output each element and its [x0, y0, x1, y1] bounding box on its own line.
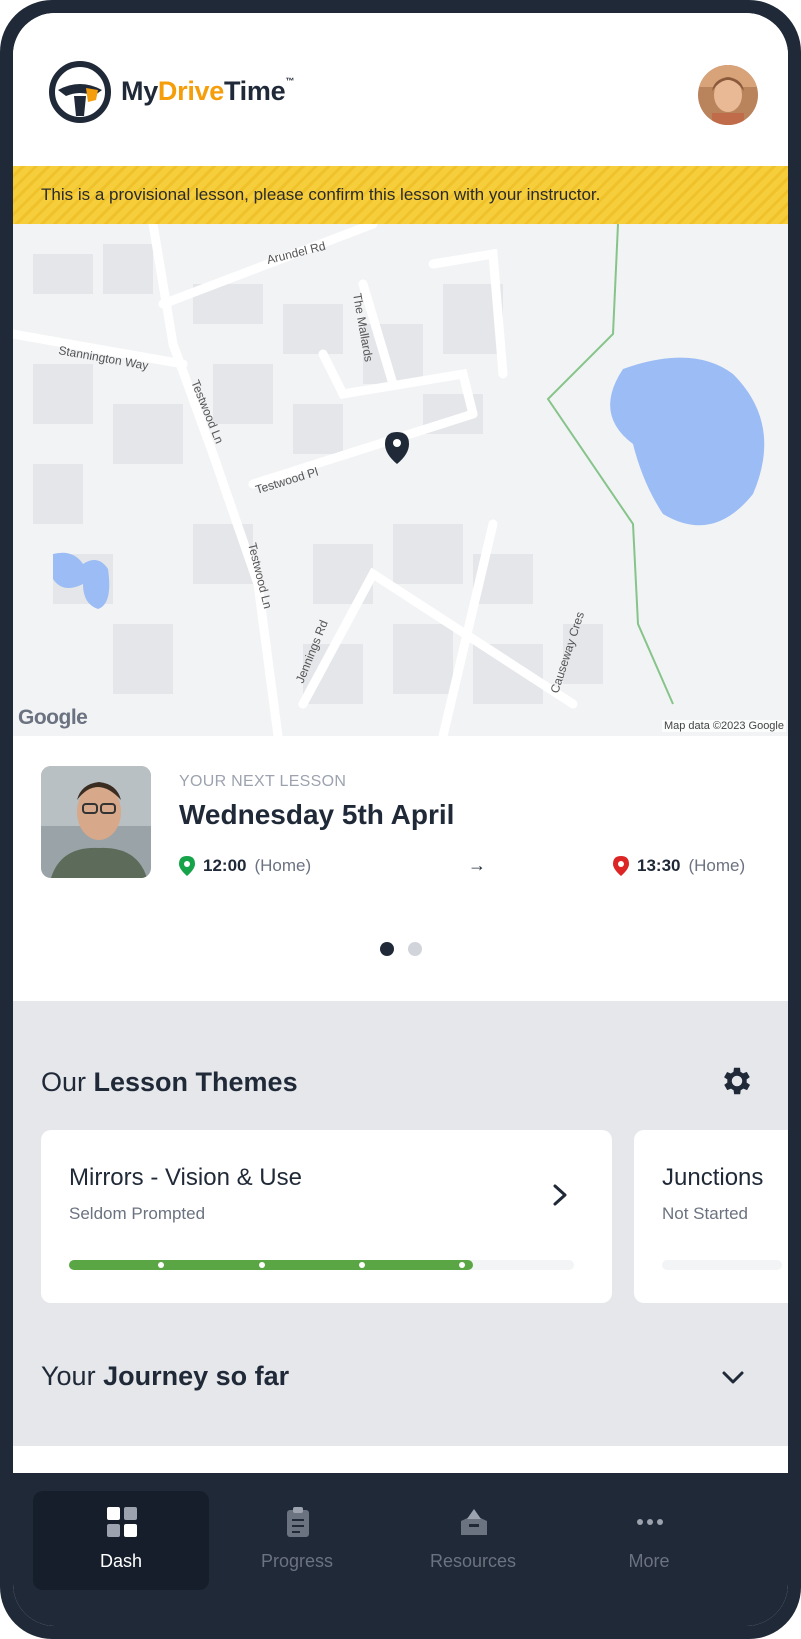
user-avatar[interactable] [698, 65, 758, 125]
nav-label: Dash [99, 1551, 143, 1571]
next-lesson-card[interactable]: YOUR NEXT LESSON Wednesday 5th April 12:… [13, 736, 788, 1001]
nav-label: More [628, 1551, 670, 1571]
nav-item-resources[interactable]: Resources [385, 1491, 561, 1590]
end-time: 13:30 [637, 856, 681, 875]
chevron-right-icon[interactable] [549, 1180, 571, 1210]
steering-wheel-logo-icon [49, 61, 111, 123]
theme-title: Junctions [662, 1164, 764, 1191]
section-title: Our Lesson Themes [41, 1067, 298, 1097]
lesson-date: Wednesday 5th April [179, 799, 455, 830]
progress-tick [259, 1262, 265, 1268]
instructor-photo [41, 766, 151, 878]
end-pin-icon [613, 856, 629, 876]
dashboard-icon [107, 1507, 137, 1537]
nav-item-progress[interactable]: Progress [209, 1491, 385, 1590]
brand-name: MyDriveTime™ [121, 76, 295, 106]
end-place: (Home) [688, 856, 746, 875]
pagination-dot-active[interactable] [380, 942, 394, 956]
start-time: 12:00 [203, 856, 247, 875]
nav-item-more[interactable]: More [561, 1491, 737, 1590]
theme-card[interactable]: Junctions Not Started [634, 1130, 788, 1303]
theme-card[interactable]: Mirrors - Vision & Use Seldom Prompted [41, 1130, 612, 1303]
nav-item-dash[interactable]: Dash [33, 1491, 209, 1590]
arrow-right-icon: → [468, 855, 486, 875]
lesson-map[interactable]: Arundel Rd The Mallards Stannington Way … [13, 224, 788, 736]
next-lesson-label: YOUR NEXT LESSON [179, 773, 347, 790]
pagination-dot[interactable] [408, 942, 422, 956]
gear-icon[interactable] [719, 1063, 755, 1099]
theme-status: Not Started [662, 1204, 748, 1223]
chevron-down-icon[interactable] [720, 1369, 746, 1387]
theme-title: Mirrors - Vision & Use [69, 1164, 302, 1191]
carousel-pagination [380, 942, 422, 956]
lesson-end: 13:30 (Home) [613, 856, 745, 876]
bottom-navigation: Dash Progress Resources More [13, 1473, 788, 1626]
map-attribution[interactable]: Map data ©2023 Google [661, 720, 786, 732]
phone-frame: MyDriveTime™ This is a provisional lesso… [0, 0, 801, 1639]
theme-status: Seldom Prompted [69, 1204, 206, 1223]
banner-text: This is a provisional lesson, please con… [41, 185, 601, 204]
app-screen: MyDriveTime™ This is a provisional lesso… [13, 13, 788, 1626]
clipboard-icon [287, 1507, 309, 1537]
lesson-start: 12:00 (Home) [179, 856, 311, 876]
start-place: (Home) [254, 856, 312, 875]
progress-tick [459, 1262, 465, 1268]
theme-progress-bar [662, 1260, 782, 1270]
journey-title[interactable]: Your Journey so far [41, 1361, 289, 1392]
provisional-lesson-banner: This is a provisional lesson, please con… [13, 166, 788, 224]
more-icon [637, 1519, 663, 1525]
start-pin-icon [179, 856, 195, 876]
progress-tick [158, 1262, 164, 1268]
resources-icon [461, 1509, 487, 1535]
google-logo: Google [18, 706, 88, 729]
nav-label: Resources [429, 1551, 517, 1571]
progress-fill [69, 1260, 473, 1270]
app-header: MyDriveTime™ [13, 13, 788, 166]
nav-label: Progress [260, 1551, 334, 1571]
progress-tick [359, 1262, 365, 1268]
lesson-themes-section: Our Lesson Themes Mirrors - Vision & Use… [13, 1001, 788, 1446]
theme-progress-bar [69, 1260, 574, 1270]
